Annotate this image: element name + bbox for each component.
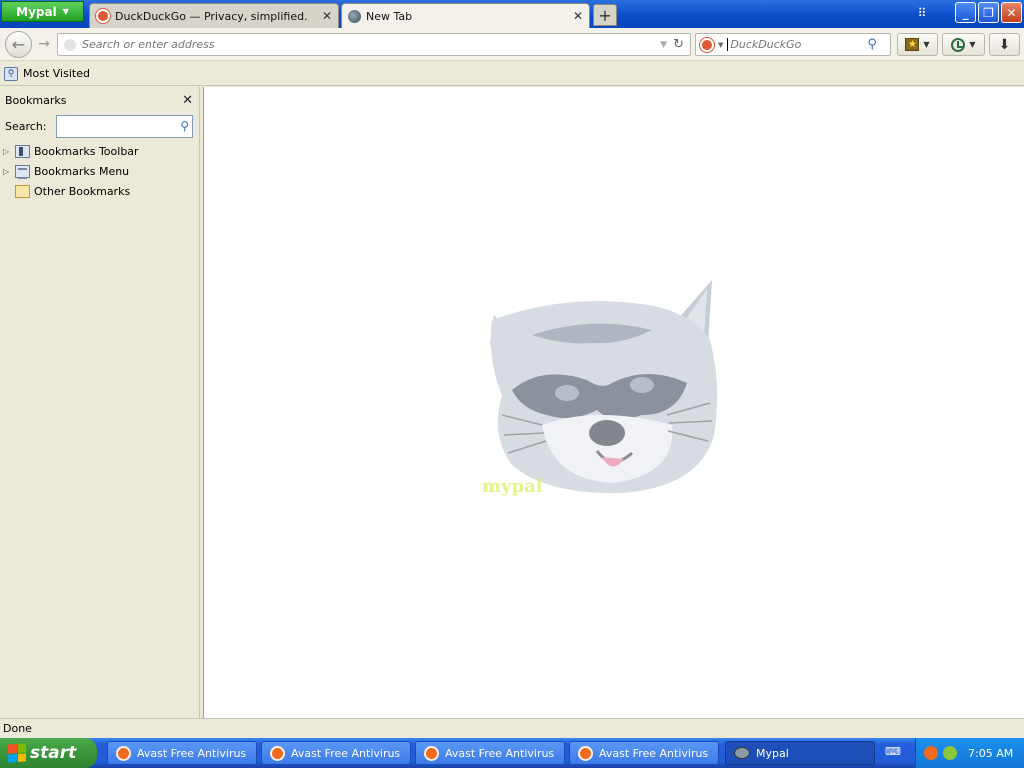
mypal-logo-text: mypal (482, 476, 543, 497)
close-tab-icon[interactable]: ✕ (322, 9, 332, 23)
other-bookmarks-folder-icon (15, 184, 30, 198)
avast-icon (116, 745, 131, 761)
chevron-down-icon: ▼ (62, 7, 69, 16)
site-identity-icon[interactable] (64, 38, 76, 51)
sidebar-search: Search: ⚲ (0, 113, 199, 139)
search-input[interactable] (727, 38, 864, 51)
app-menu-label: Mypal (16, 4, 57, 19)
new-tab-button[interactable]: + (593, 4, 617, 26)
list-all-tabs-icon[interactable]: ⠿ (914, 6, 930, 22)
taskbar-item-avast-2[interactable]: Avast Free Antivirus (261, 741, 411, 765)
taskbar-item-avast-3[interactable]: Avast Free Antivirus (415, 741, 565, 765)
tab-duckduckgo[interactable]: DuckDuckGo — Privacy, simplified. ✕ (89, 3, 339, 28)
chevron-down-icon[interactable]: ▼ (718, 41, 723, 49)
history-button[interactable]: ▼ (942, 33, 985, 56)
sidebar-search-field[interactable]: ⚲ (55, 114, 193, 138)
duckduckgo-favicon (96, 9, 110, 23)
tab-title: DuckDuckGo — Privacy, simplified. (115, 9, 308, 23)
network-tray-icon[interactable] (943, 746, 957, 760)
status-text: Done (3, 722, 32, 735)
avast-tray-icon[interactable] (924, 746, 938, 760)
tree-item-bookmarks-menu[interactable]: ▷ Bookmarks Menu (0, 161, 199, 181)
start-label: start (30, 743, 77, 763)
new-tab-page: mypal (204, 87, 1024, 718)
maximize-button[interactable]: ❐ (978, 2, 999, 23)
address-input[interactable] (82, 38, 655, 51)
search-label: Search: (5, 119, 47, 133)
clock-icon (951, 37, 966, 52)
bookmarks-toolbar: ⚲ Most Visited (0, 62, 1024, 86)
plus-icon: + (598, 5, 612, 25)
sidebar-title: Bookmarks (5, 93, 67, 107)
bookmarks-tree: ▷ Bookmarks Toolbar ▷ Bookmarks Menu Oth… (0, 139, 199, 201)
title-bar: Mypal ▼ DuckDuckGo — Privacy, simplified… (0, 0, 1024, 28)
sidebar-header: Bookmarks ✕ (0, 87, 199, 113)
search-bar[interactable]: ▼ ⚲ (695, 33, 891, 56)
tree-item-label: Bookmarks Menu (34, 164, 130, 178)
taskbar-item-label: Avast Free Antivirus (599, 746, 709, 760)
taskbar-item-label: Avast Free Antivirus (445, 746, 555, 760)
avast-icon (270, 745, 285, 761)
reload-icon[interactable]: ↻ (673, 37, 684, 52)
bookmarks-menu-folder-icon (15, 164, 30, 179)
clock-text[interactable]: 7:05 AM (968, 747, 1013, 760)
bookmark-most-visited[interactable]: Most Visited (23, 67, 90, 80)
system-tray: 7:05 AM (915, 738, 1024, 768)
most-visited-icon: ⚲ (4, 66, 18, 81)
back-button[interactable]: ← (5, 31, 32, 58)
close-icon[interactable]: ✕ (182, 93, 193, 108)
close-window-button[interactable]: ✕ (1001, 2, 1022, 23)
taskbar-item-label: Mypal (756, 746, 789, 760)
search-icon[interactable]: ⚲ (867, 37, 877, 52)
forward-button[interactable]: → (34, 36, 54, 53)
bookmarks-sidebar: Bookmarks ✕ Search: ⚲ ▷ Bookmarks Toolba… (0, 87, 199, 718)
tree-item-label: Bookmarks Toolbar (34, 144, 139, 158)
sidebar-search-input[interactable] (56, 116, 181, 136)
download-arrow-icon: ⬇ (998, 36, 1011, 53)
windows-taskbar: start Avast Free Antivirus Avast Free An… (0, 738, 1024, 768)
avast-icon (424, 745, 439, 761)
address-bar[interactable]: ▼ ↻ (57, 33, 691, 56)
bookmarks-menu-button[interactable]: ★ ▼ (897, 33, 938, 56)
search-icon[interactable]: ⚲ (180, 119, 192, 133)
tab-new-tab[interactable]: New Tab ✕ (341, 3, 590, 28)
chevron-down-icon: ▼ (923, 40, 930, 49)
avast-icon (578, 745, 593, 761)
history-dropdown-icon[interactable]: ▼ (660, 40, 667, 50)
taskbar-item-label: Avast Free Antivirus (291, 746, 401, 760)
tree-item-bookmarks-toolbar[interactable]: ▷ Bookmarks Toolbar (0, 141, 199, 161)
keyboard-icon[interactable]: ⌨ (884, 745, 902, 760)
chevron-down-icon: ▼ (969, 40, 976, 49)
expand-arrow-icon[interactable]: ▷ (3, 147, 11, 156)
downloads-button[interactable]: ⬇ (989, 33, 1020, 56)
tab-title: New Tab (366, 9, 413, 23)
close-tab-icon[interactable]: ✕ (573, 9, 583, 23)
taskbar-item-avast-1[interactable]: Avast Free Antivirus (107, 741, 257, 765)
tree-item-other-bookmarks[interactable]: Other Bookmarks (0, 181, 199, 201)
navigation-toolbar: ← → ▼ ↻ ▼ ⚲ ★ ▼ ▼ ⬇ (0, 28, 1024, 61)
taskbar-item-mypal[interactable]: Mypal (725, 741, 875, 765)
windows-logo-icon (8, 743, 26, 763)
expand-arrow-icon[interactable]: ▷ (3, 167, 11, 176)
mypal-raccoon-logo: mypal (482, 280, 718, 497)
start-button[interactable]: start (0, 738, 97, 768)
status-bar: Done (0, 718, 1024, 738)
taskbar-item-label: Avast Free Antivirus (137, 746, 247, 760)
search-engine-icon[interactable] (700, 37, 714, 52)
minimize-button[interactable]: _ (955, 2, 976, 23)
app-menu-button[interactable]: Mypal ▼ (1, 1, 84, 22)
bookmark-star-icon: ★ (905, 38, 920, 51)
mypal-icon (734, 747, 750, 759)
tree-item-label: Other Bookmarks (34, 184, 131, 198)
taskbar-item-avast-4[interactable]: Avast Free Antivirus (569, 741, 719, 765)
bookmarks-toolbar-folder-icon (15, 144, 30, 158)
globe-icon (348, 9, 361, 23)
arrow-right-icon: → (38, 36, 50, 52)
arrow-left-icon: ← (11, 35, 26, 54)
